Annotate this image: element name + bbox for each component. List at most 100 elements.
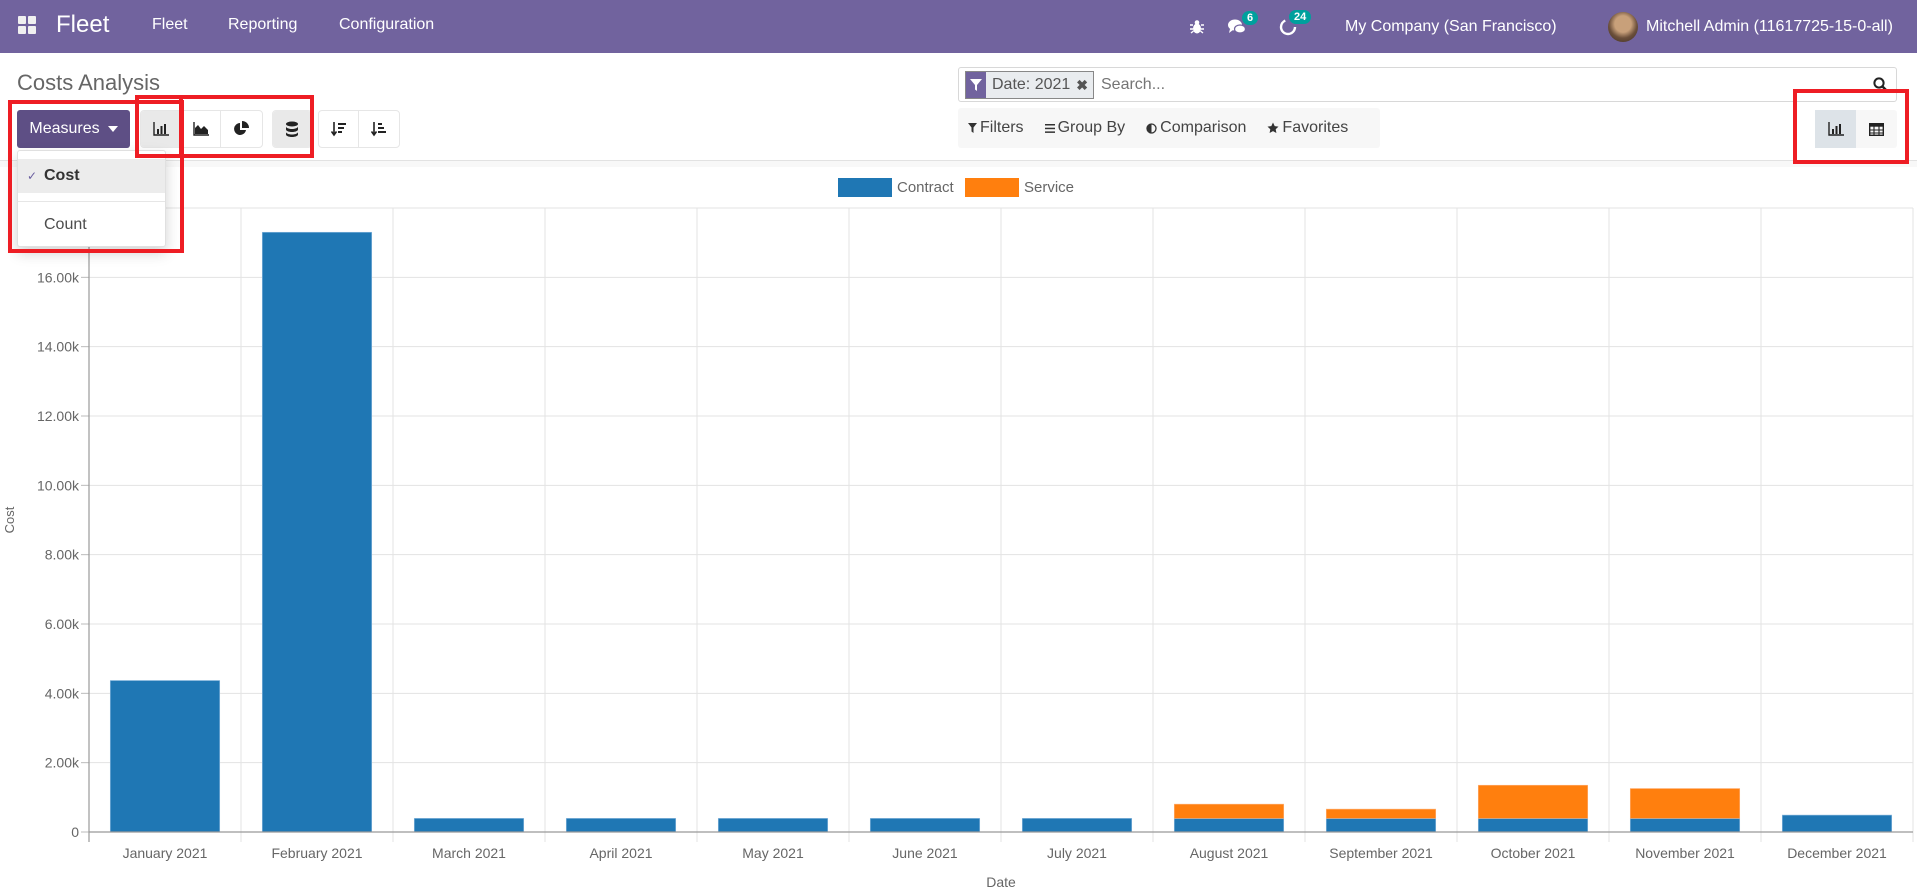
groupby-label: Group By [1057,119,1126,136]
search-facet-date: Date: 2021 ✖ [965,71,1095,99]
bars-icon [1044,123,1055,133]
x-tick-label: May 2021 [742,845,804,861]
y-tick-label: 2.00k [45,755,80,771]
legend-swatch-contract [838,178,892,197]
bar-chart-button[interactable] [141,111,181,147]
measure-option-label: Cost [44,167,80,184]
bar-contract [1781,814,1893,833]
legend-label-service: Service [1024,179,1074,196]
search-icon[interactable] [1873,77,1888,97]
chart-type-group [140,110,263,148]
measure-option-count[interactable]: Count [18,208,165,242]
bar-contract [1325,818,1437,833]
facet-label: Date: 2021 [992,76,1071,93]
filters-button[interactable]: Filters [968,119,1024,137]
y-tick-label: 4.00k [45,685,80,701]
bar-contract [1173,818,1285,833]
measures-dropdown: ✓ Cost Count [17,150,166,247]
search-options-bar: Filters Group By Comparison Favorites [958,108,1380,148]
activities-badge: 24 [1289,10,1312,24]
top-navbar: Fleet Fleet Reporting Configuration 6 24… [0,0,1917,53]
view-switcher [1815,110,1897,148]
pie-chart-icon [234,121,249,135]
user-avatar [1608,11,1638,42]
sort-ascending-button[interactable] [359,111,399,147]
y-tick-label: 12.00k [37,408,80,424]
adjust-icon [1146,122,1157,134]
x-tick-label: June 2021 [892,845,958,861]
chart-legend: Contract Service [838,178,1074,197]
bar-contract [261,231,373,833]
bar-service [1173,803,1285,819]
table-icon [1869,122,1884,136]
x-tick-label: July 2021 [1047,845,1107,861]
messages-badge: 6 [1242,11,1259,25]
remove-facet-icon[interactable]: ✖ [1076,72,1093,98]
database-icon [286,121,298,137]
x-tick-label: November 2021 [1635,845,1735,861]
pivot-view-button[interactable] [1856,110,1897,148]
measures-button[interactable]: Measures [17,110,130,148]
company-switcher[interactable]: My Company (San Francisco) [1345,0,1557,53]
x-tick-label: December 2021 [1787,845,1887,861]
graph-view-button[interactable] [1815,110,1856,148]
x-tick-label: September 2021 [1329,845,1433,861]
favorites-label: Favorites [1282,119,1349,136]
stacked-toggle-button[interactable] [273,111,311,147]
check-icon: ✓ [27,169,38,183]
messages-icon[interactable] [1227,0,1247,53]
star-icon [1267,122,1279,133]
apps-menu-icon[interactable] [18,16,36,34]
bar-contract [109,680,221,833]
favorites-button[interactable]: Favorites [1267,119,1348,137]
menu-fleet[interactable]: Fleet [152,16,188,34]
bar-contract [869,818,981,833]
line-chart-button[interactable] [181,111,221,147]
app-brand[interactable]: Fleet [56,11,109,39]
y-tick-label: 0 [71,824,79,840]
filters-label: Filters [980,119,1024,136]
activities-icon[interactable] [1279,0,1297,53]
x-tick-label: March 2021 [432,845,506,861]
x-tick-label: August 2021 [1190,845,1269,861]
x-tick-label: April 2021 [589,845,652,861]
menu-reporting[interactable]: Reporting [228,16,297,34]
search-bar: Date: 2021 ✖ [958,67,1897,102]
bar-contract [1477,818,1589,833]
measure-option-cost[interactable]: ✓ Cost [18,159,165,193]
bar-contract [1629,818,1741,833]
comparison-button[interactable]: Comparison [1146,119,1246,137]
sort-amount-up-icon [371,122,386,137]
area-chart-icon [192,122,209,136]
filter-icon [968,123,977,133]
menu-configuration[interactable]: Configuration [339,16,434,34]
bar-service [1325,808,1437,819]
sort-descending-button[interactable] [319,111,359,147]
x-axis-label: Date [986,874,1016,890]
y-tick-label: 10.00k [37,477,80,493]
debug-icon[interactable] [1190,0,1204,53]
user-name: Mitchell Admin (11617725-15-0-all) [1646,17,1893,35]
x-tick-label: October 2021 [1491,845,1576,861]
y-tick-label: 14.00k [37,339,80,355]
bar-service [1629,788,1741,819]
stack-group [272,110,312,148]
bar-contract [1021,818,1133,833]
legend-label-contract: Contract [897,179,955,196]
user-menu[interactable]: Mitchell Admin (11617725-15-0-all) [1608,0,1893,53]
bar-contract [413,818,525,833]
groupby-button[interactable]: Group By [1044,119,1126,137]
bar-chart-icon [152,122,169,136]
x-tick-label: February 2021 [271,845,362,861]
y-tick-label: 8.00k [45,547,80,563]
pie-chart-button[interactable] [221,111,261,147]
measures-label: Measures [29,120,100,137]
sort-amount-down-icon [330,122,346,137]
y-tick-label: 6.00k [45,616,80,632]
filter-icon [966,72,986,98]
costs-bar-chart: 0 2.00k 4.00k 6.00k 8.00k 10.00k 12.00k 14.00k 1… [2,178,1914,890]
bar-service [1477,784,1589,819]
x-tick-label: January 2021 [123,845,208,861]
search-input[interactable] [1101,72,1861,98]
bar-chart-icon [1827,122,1844,136]
